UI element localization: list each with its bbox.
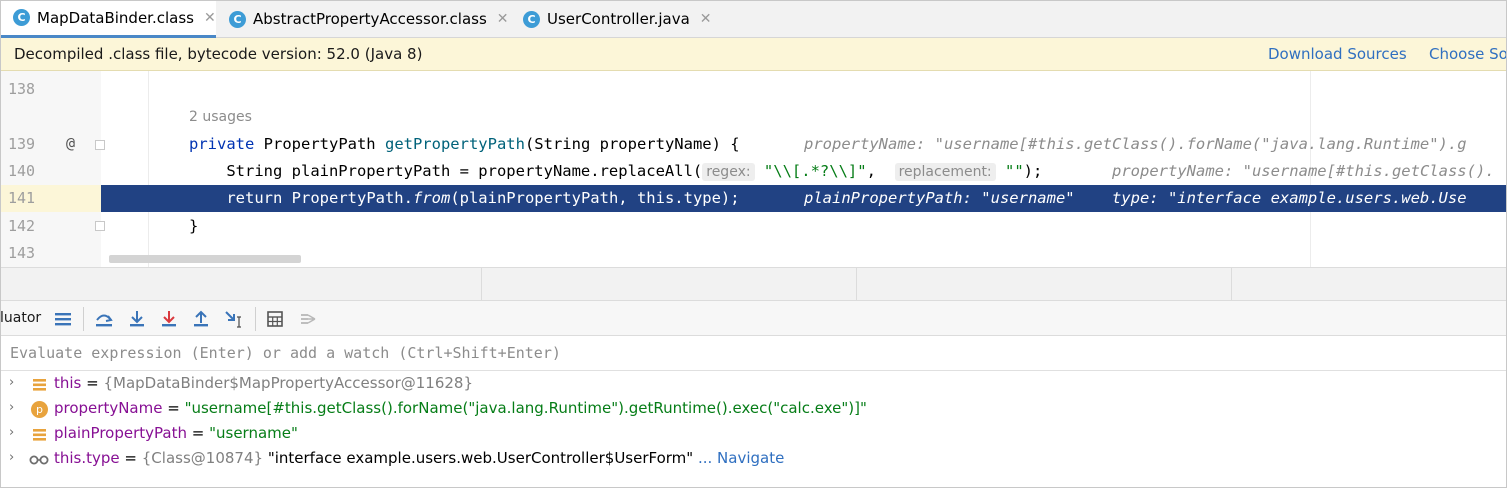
step-over-button[interactable] [92,307,116,331]
line-number: 140 [8,162,36,180]
variable-row-this-type[interactable]: › this.type = {Class@10874} "interface e… [0,447,1507,472]
code-line-138: 138 [0,76,1507,103]
step-out-button[interactable] [189,307,213,331]
panel-splitter[interactable] [0,267,1507,302]
tab-usercontroller[interactable]: C UserController.java ✕ [510,0,720,38]
code-line-139: 139 @ private PropertyPath getPropertyPa… [0,131,1507,158]
variable-row-plainpropertypath[interactable]: › plainPropertyPath = "username" [0,422,1507,447]
step-over-icon [96,314,113,327]
evaluate-expression-button[interactable] [263,307,287,331]
hamburger-icon [55,313,71,326]
tab-label: AbstractPropertyAccessor.class [253,10,487,28]
line-number: 142 [8,217,36,235]
close-icon[interactable]: ✕ [204,10,216,26]
debug-inline-value: propertyName: "username[#this.getClass()… [804,135,1467,153]
field-icon [33,429,46,441]
force-step-into-icon [162,311,176,327]
class-file-icon: C [523,10,540,28]
code-editor[interactable]: 138 2 usages 139 @ private PropertyPath … [0,71,1507,267]
run-to-cursor-button[interactable] [222,307,246,331]
expand-chevron-icon[interactable]: › [9,450,14,465]
class-file-icon: C [229,10,246,28]
calculator-icon [267,311,283,327]
trace-stream-button[interactable] [296,307,320,331]
step-into-icon [130,311,144,327]
fold-marker-icon[interactable] [95,221,105,231]
class-file-icon: C [13,9,30,26]
watch-glasses-icon [29,455,49,465]
usages-hint[interactable]: 2 usages [189,109,252,125]
step-out-icon [194,310,208,327]
fold-marker-icon[interactable] [95,140,105,150]
download-sources-link[interactable]: Download Sources [1268,45,1407,63]
debug-inline-value: plainPropertyPath: "username" type: "int… [804,189,1467,207]
closing-brace: } [189,217,199,235]
code-line-140: 140 String plainPropertyPath = propertyN… [0,158,1507,185]
method-signature: private PropertyPath getPropertyPath(Str… [189,135,740,153]
tab-label: MapDataBinder.class [37,8,194,27]
evaluator-label: luator [0,310,42,326]
evaluate-placeholder: Evaluate expression (Enter) or add a wat… [10,344,561,362]
return-statement: return PropertyPath.from(plainPropertyPa… [189,189,740,207]
parameter-hint-regex: regex: [702,163,755,181]
horizontal-scrollbar[interactable] [109,255,301,263]
line-number: 138 [8,80,36,98]
variable-row-this[interactable]: › this = {MapDataBinder$MapPropertyAcces… [0,372,1507,397]
parameter-hint-replacement: replacement: [894,163,996,181]
editor-tab-bar: C MapDataBinder.class ✕ C AbstractProper… [0,0,1507,38]
navigate-link[interactable]: ... Navigate [693,449,784,467]
frames-menu-button[interactable] [51,307,75,331]
line-number: 141 [8,189,36,207]
run-to-cursor-icon [225,311,241,328]
step-into-button[interactable] [125,307,149,331]
annotation-at-icon: @ [66,134,76,152]
evaluate-expression-input[interactable]: Evaluate expression (Enter) or add a wat… [0,336,1507,371]
expand-chevron-icon[interactable]: › [9,425,14,440]
debug-inline-value: propertyName: "username[#this.getClass()… [1112,162,1495,180]
variable-row-propertyname[interactable]: › p propertyName = "username[#this.getCl… [0,397,1507,422]
line-number: 143 [8,244,36,262]
close-icon[interactable]: ✕ [700,11,712,27]
parameter-icon: p [31,401,48,418]
force-step-into-button[interactable] [157,307,181,331]
expand-chevron-icon[interactable]: › [9,375,14,390]
decompiled-notice-bar: Decompiled .class file, bytecode version… [0,38,1507,71]
expand-chevron-icon[interactable]: › [9,400,14,415]
line-number: 139 [8,135,36,153]
close-icon[interactable]: ✕ [497,11,509,27]
code-line-141-current: 141 return PropertyPath.from(plainProper… [0,185,1507,212]
debugger-toolbar: luator [0,301,1507,336]
variables-tree: › this = {MapDataBinder$MapPropertyAcces… [0,371,1507,488]
code-line-142: 142 } [0,213,1507,240]
tab-label: UserController.java [547,10,690,28]
field-icon [33,379,46,391]
replace-all-statement: String plainPropertyPath = propertyName.… [189,162,1043,181]
decompiled-message: Decompiled .class file, bytecode version… [14,45,423,63]
tab-mapdatabinder[interactable]: C MapDataBinder.class ✕ [0,0,216,38]
choose-sources-link[interactable]: Choose So [1429,45,1507,63]
tab-abstractpropertyaccessor[interactable]: C AbstractPropertyAccessor.class ✕ [216,0,510,38]
stream-trace-icon [301,314,316,324]
